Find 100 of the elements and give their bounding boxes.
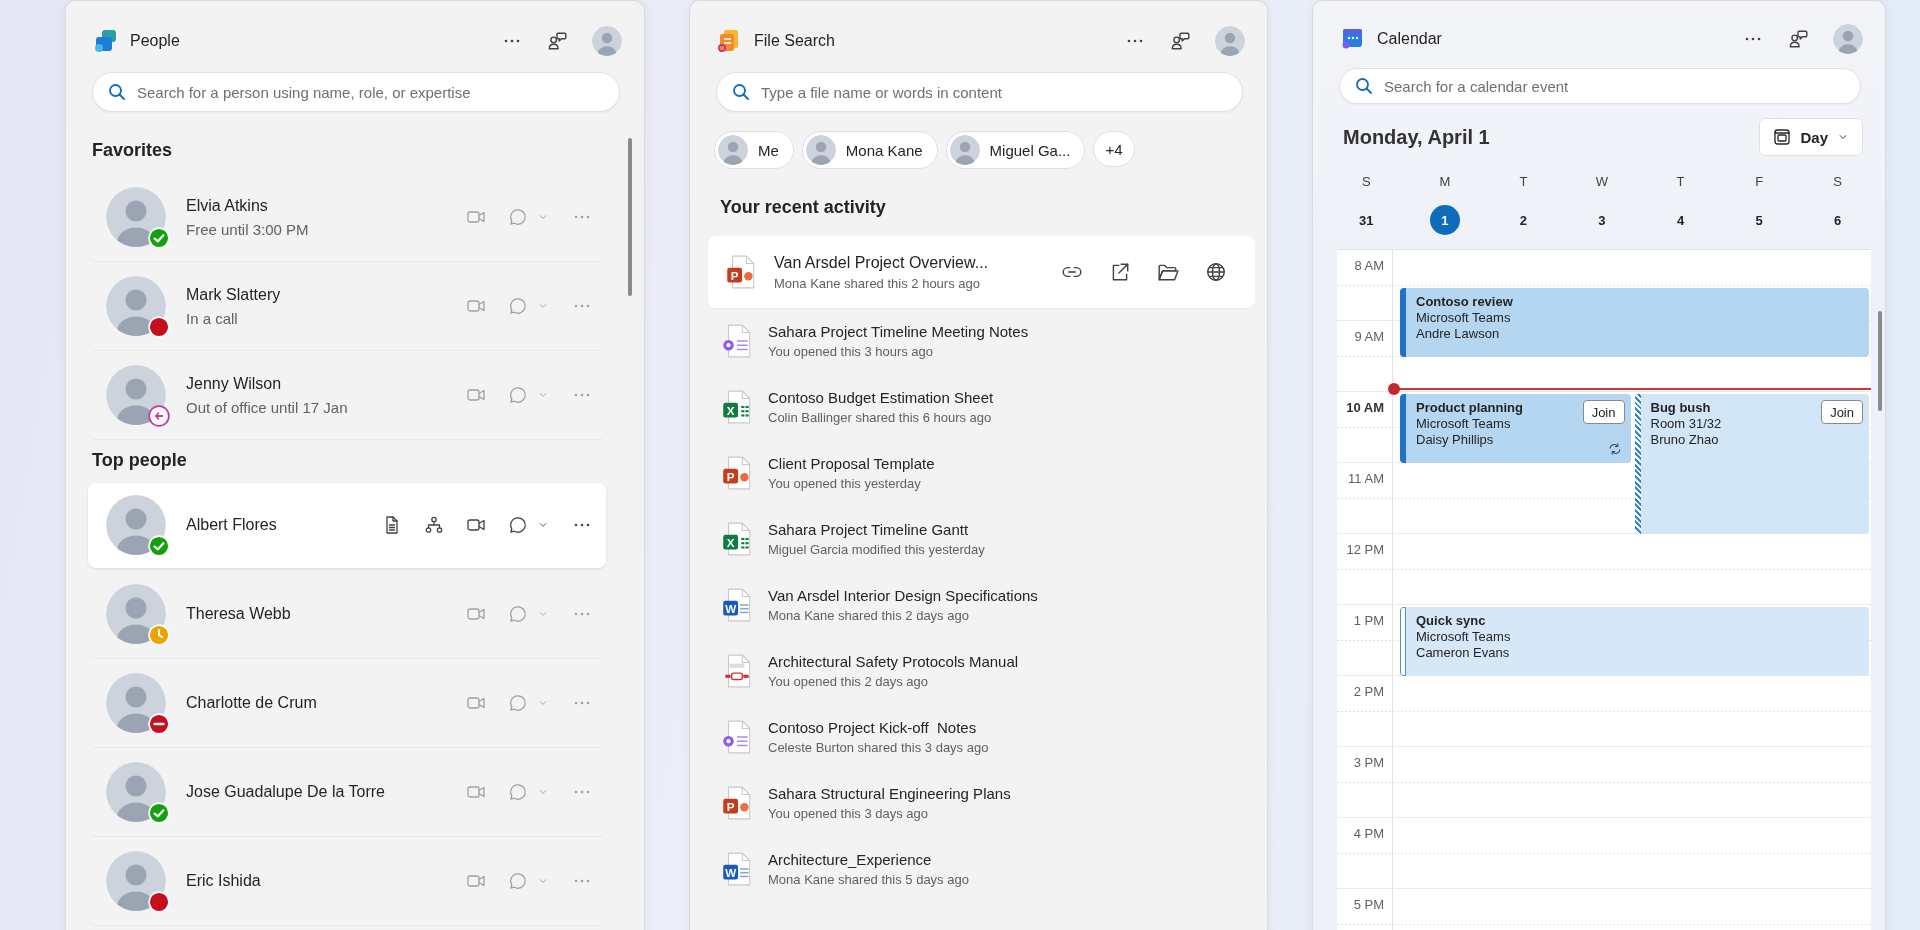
- contact-row[interactable]: Elvia Atkins Free until 3:00 PM: [88, 173, 606, 262]
- calendar-event[interactable]: Quick sync Microsoft Teams Cameron Evans: [1400, 607, 1869, 676]
- search-input[interactable]: Search for a calendar event: [1382, 76, 1846, 96]
- people-chat-icon[interactable]: [546, 30, 568, 52]
- people-chat-icon[interactable]: [1169, 30, 1191, 52]
- file-name: Client Proposal Template: [768, 455, 936, 472]
- scrollbar[interactable]: [628, 138, 632, 296]
- calendar-event[interactable]: Contoso review Microsoft Teams Andre Lawson: [1400, 287, 1869, 357]
- file-row[interactable]: X Contoso Budget Estimation Sheet Colin Ballinger shared this 6 hours ago: [708, 374, 1255, 440]
- file-name: Architecture_Experience: [768, 851, 933, 868]
- weekday-label: T: [1676, 174, 1685, 189]
- hour-label: 5 PM: [1353, 897, 1384, 912]
- view-dropdown[interactable]: Day: [1759, 118, 1863, 156]
- hour-label: 8 AM: [1354, 258, 1384, 273]
- search-box[interactable]: Search for a person using name, role, or expertise: [92, 72, 620, 112]
- event-location: Microsoft Teams: [1416, 309, 1512, 326]
- day-number[interactable]: 6: [1822, 205, 1853, 235]
- day-number[interactable]: 2: [1508, 205, 1539, 235]
- join-button[interactable]: Join: [1582, 400, 1625, 424]
- avatar: [106, 365, 166, 425]
- avatar: [718, 135, 748, 165]
- contact-row[interactable]: Jenny Wilson Out of office until 17 Jan: [88, 351, 606, 440]
- profile-avatar: [592, 26, 622, 56]
- event-organizer: Daisy Phillips: [1416, 432, 1495, 448]
- hour-label: 12 PM: [1346, 542, 1384, 557]
- file-name: Contoso Project Kick-off Notes: [768, 719, 978, 736]
- contact-row[interactable]: Mark Slattery In a call: [88, 262, 606, 351]
- event-title: Product planning: [1416, 400, 1524, 416]
- file-row[interactable]: P Van Arsdel Project Overview... Mona Kane shared this 2 hours ago: [708, 236, 1255, 308]
- contact-name: Jenny Wilson: [186, 374, 283, 393]
- contact-row[interactable]: Albert Flores: [88, 483, 606, 568]
- event-title: Quick sync: [1416, 613, 1487, 629]
- person-filter-chip[interactable]: Me: [714, 131, 794, 169]
- weekday-label: M: [1439, 174, 1451, 189]
- day-number[interactable]: 4: [1665, 205, 1696, 235]
- date-title: Monday, April 1: [1343, 125, 1490, 149]
- avatar: [106, 495, 166, 555]
- avatar: [949, 135, 980, 165]
- hour-label: 11 AM: [1348, 471, 1384, 486]
- file-row[interactable]: W Van Arsdel Interior Design Specifications Mona Kane shared this 2 days ago: [708, 572, 1255, 638]
- org-chart-icon[interactable]: [424, 515, 444, 535]
- day-number[interactable]: 1: [1429, 205, 1460, 235]
- search-input[interactable]: Type a file name or words in content: [759, 82, 1228, 102]
- search-box[interactable]: Type a file name or words in content: [716, 72, 1243, 112]
- chat-icon[interactable]: [508, 515, 528, 535]
- section-heading: Top people: [92, 450, 188, 471]
- hour-label: 1 PM: [1353, 613, 1384, 628]
- contact-row[interactable]: Charlotte de Crum: [88, 659, 606, 748]
- contact-name: Albert Flores: [186, 516, 278, 534]
- profile-avatar: [1833, 24, 1863, 55]
- file-row[interactable]: Contoso Project Kick-off Notes Celeste Burton shared this 3 days ago: [708, 704, 1255, 770]
- search-icon: [731, 82, 751, 102]
- event-title: Bug bush: [1650, 400, 1712, 416]
- weekday-label: W: [1595, 174, 1609, 189]
- contact-status: In a call: [186, 309, 239, 327]
- avatar: [106, 762, 166, 822]
- contact-row[interactable]: Eric Ishida: [88, 837, 606, 926]
- more-people-chip[interactable]: +4: [1093, 131, 1135, 167]
- weekday-label: T: [1519, 174, 1528, 189]
- file-activity: You opened this 2 days ago: [768, 674, 929, 689]
- file-row[interactable]: W Architecture_Experience Mona Kane shared this 5 days ago: [708, 836, 1255, 902]
- file-row[interactable]: P Sahara Structural Engineering Plans You opened this 3 days ago: [708, 770, 1255, 836]
- calendar-event[interactable]: Product planning Microsoft Teams Daisy Phillips Join: [1400, 394, 1631, 463]
- event-location: Microsoft Teams: [1416, 629, 1512, 645]
- contact-status: Free until 3:00 PM: [186, 220, 310, 238]
- person-filter-chip[interactable]: Miguel Ga...: [945, 131, 1086, 169]
- file-row[interactable]: X Sahara Project Timeline Gantt Miguel Garcia modified this yesterday: [708, 506, 1255, 572]
- contact-row[interactable]: Jose Guadalupe De la Torre: [88, 748, 606, 837]
- person-filter-chip[interactable]: Mona Kane: [801, 131, 938, 169]
- file-row[interactable]: Architectural Safety Protocols Manual You opened this 2 days ago: [708, 638, 1255, 704]
- day-number[interactable]: 5: [1744, 205, 1775, 235]
- file-activity: Mona Kane shared this 2 days ago: [768, 608, 970, 623]
- day-number[interactable]: 3: [1587, 205, 1617, 235]
- weekday-label: F: [1755, 174, 1764, 189]
- app-title: Calendar: [1377, 30, 1443, 49]
- profile-avatar: [1215, 26, 1245, 56]
- file-row[interactable]: P Client Proposal Template You opened this yesterday: [708, 440, 1255, 506]
- file-activity: Colin Ballinger shared this 6 hours ago: [768, 410, 993, 425]
- contact-name: Jose Guadalupe De la Torre: [186, 783, 386, 801]
- contact-row[interactable]: Theresa Webb: [88, 570, 606, 659]
- join-button[interactable]: Join: [1821, 400, 1863, 424]
- file-name: Architectural Safety Protocols Manual: [768, 653, 1020, 670]
- file-row[interactable]: Sahara Project Timeline Meeting Notes You opened this 3 hours ago: [708, 308, 1255, 374]
- contact-name: Theresa Webb: [186, 605, 292, 623]
- contact-name: Charlotte de Crum: [186, 694, 318, 712]
- day-number[interactable]: 31: [1351, 205, 1382, 235]
- search-input[interactable]: Search for a person using name, role, or expertise: [135, 82, 605, 102]
- event-title: Contoso review: [1416, 293, 1514, 310]
- hour-label: 3 PM: [1353, 755, 1384, 770]
- search-icon: [107, 82, 127, 102]
- event-organizer: Bruno Zhao: [1650, 432, 1720, 448]
- search-box[interactable]: Search for a calendar event: [1339, 68, 1861, 104]
- calendar-event[interactable]: Bug bush Room 31/32 Bruno Zhao Join: [1634, 394, 1869, 534]
- file-name: Sahara Project Timeline Meeting Notes: [768, 323, 1030, 340]
- section-heading: Your recent activity: [720, 197, 887, 218]
- globe-icon[interactable]: [1205, 261, 1227, 283]
- scrollbar[interactable]: [1878, 311, 1882, 411]
- app-logo-icon: [92, 28, 118, 54]
- app-title: File Search: [754, 32, 836, 50]
- hour-label: 10 AM: [1346, 400, 1384, 415]
